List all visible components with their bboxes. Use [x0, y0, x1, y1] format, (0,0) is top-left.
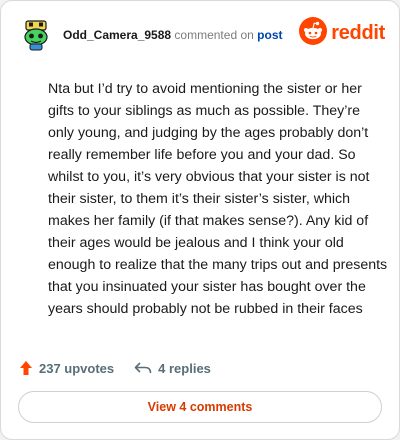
replies-button[interactable]: 4 replies: [134, 361, 211, 376]
reply-count: 4 replies: [158, 360, 211, 376]
comment-header: Odd_Camera_9588 commented on post reddit: [19, 15, 385, 55]
view-comments-button[interactable]: View 4 comments: [18, 391, 382, 423]
upvote-button[interactable]: 237 upvotes: [19, 360, 114, 376]
commented-on-text: commented on: [174, 28, 254, 42]
reddit-logo-icon: [299, 16, 328, 50]
reddit-wordmark: reddit: [331, 21, 385, 44]
post-link[interactable]: post: [257, 28, 282, 42]
user-line: Odd_Camera_9588 commented on post: [63, 27, 283, 43]
reddit-brand[interactable]: reddit: [299, 16, 385, 50]
comment-actions: 237 upvotes 4 replies: [19, 357, 211, 379]
upvote-arrow-icon: [20, 361, 32, 375]
reply-arrow-icon: [134, 362, 152, 374]
comment-body: Nta but I’d try to avoid mentioning the …: [48, 81, 388, 317]
username-link[interactable]: Odd_Camera_9588: [63, 28, 171, 42]
snoo-avatar-icon[interactable]: [19, 17, 53, 51]
upvote-count: 237 upvotes: [39, 360, 115, 376]
comment-card: Odd_Camera_9588 commented on post reddit: [0, 0, 400, 440]
